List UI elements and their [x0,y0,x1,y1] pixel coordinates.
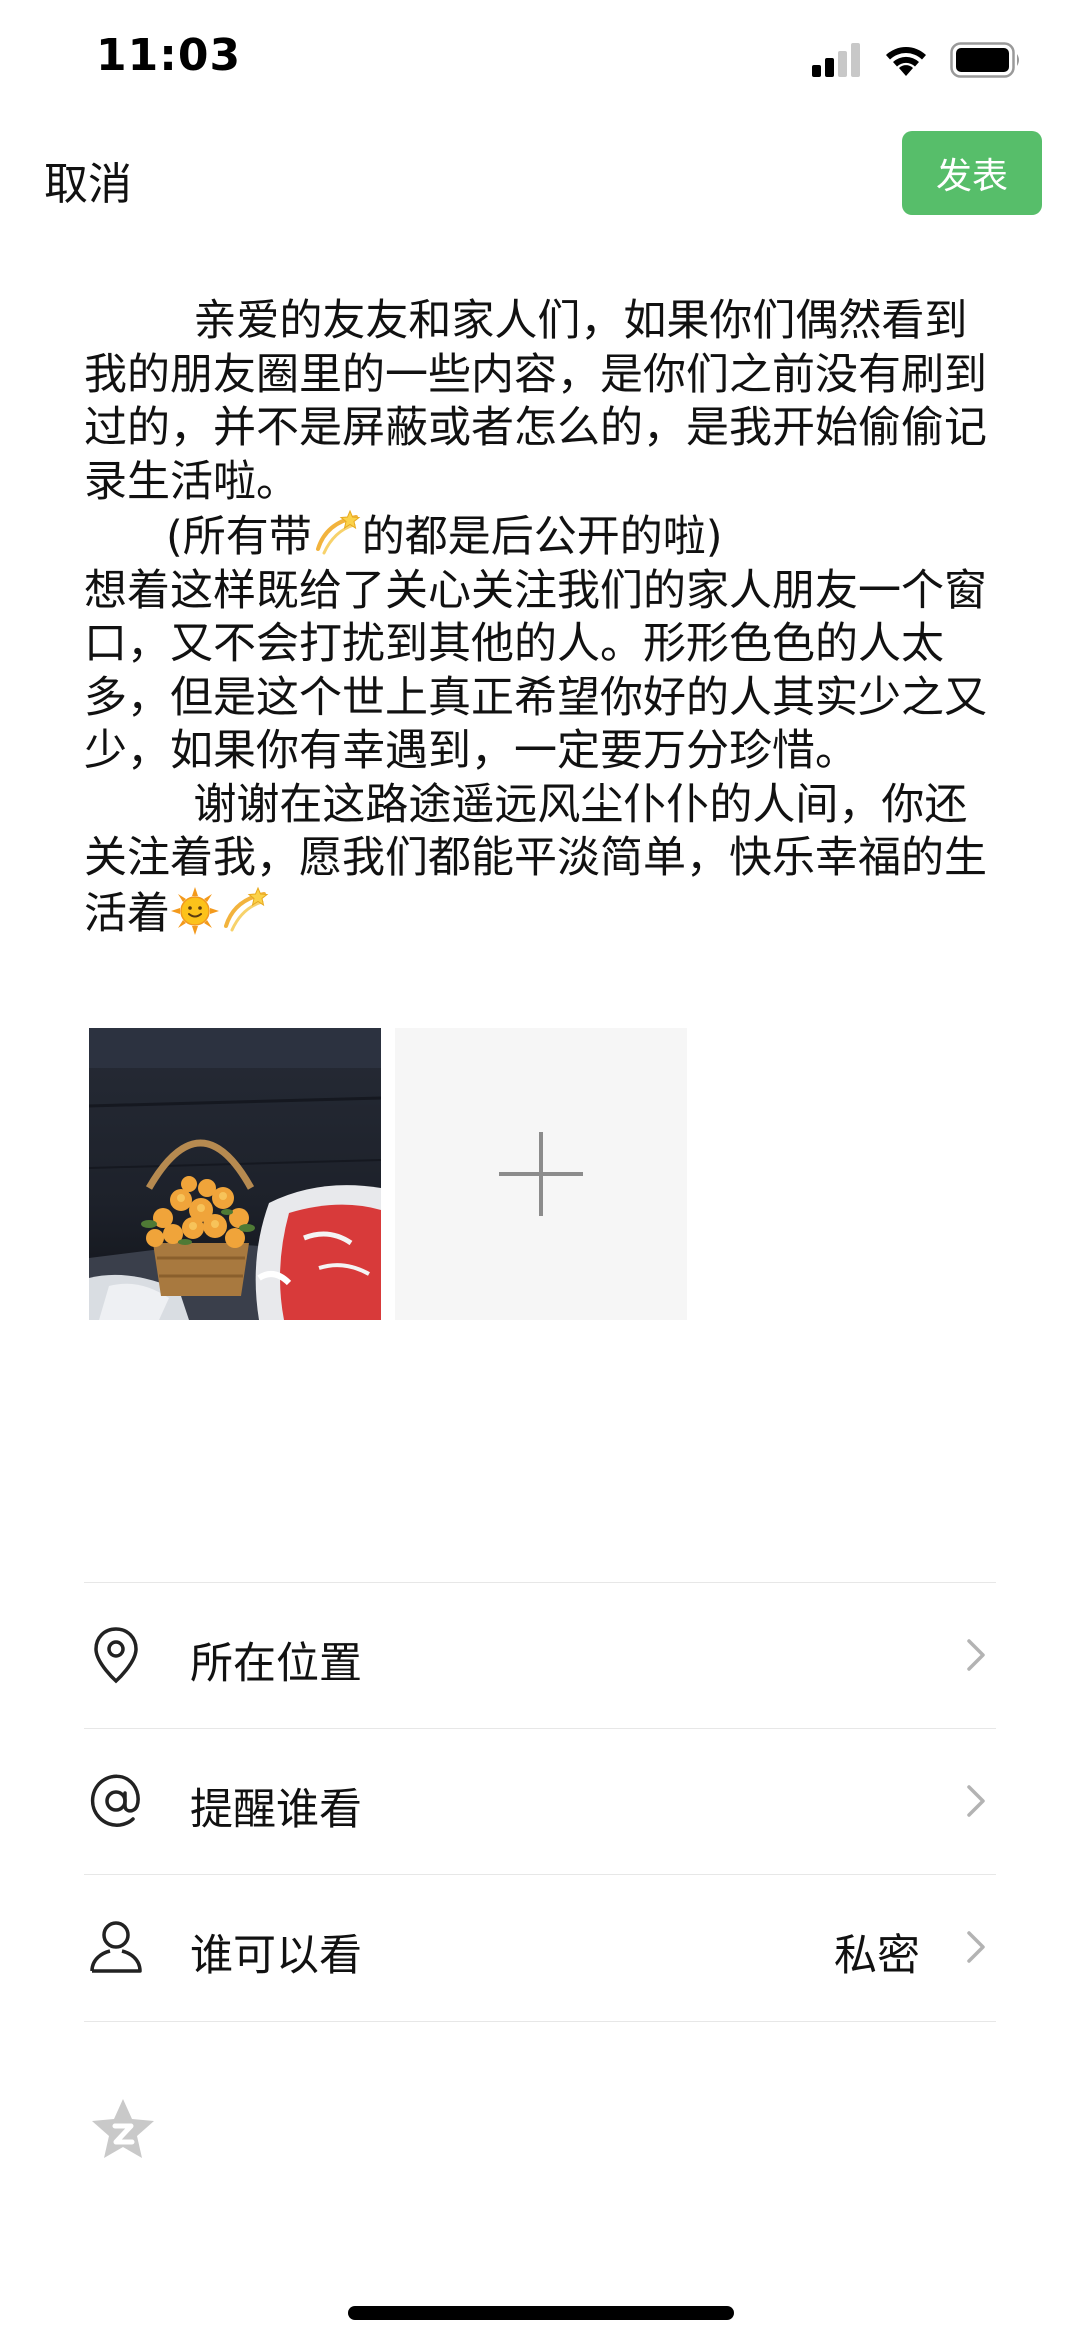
flower-basket-photo [89,1028,381,1320]
post-text-segment: (所有带 [84,512,312,562]
post-paragraph: 想着这样既给了关心关注我们的家人朋友一个窗口，又不会打扰到其他的人。形形色色的人… [84,565,987,777]
option-location[interactable]: 所在位置 [84,1582,996,1729]
status-icons [812,40,1022,80]
location-pin-icon [94,1627,138,1684]
at-sign-icon [90,1774,140,1827]
post-paragraph: 亲爱的友友和家人们，如果你们偶然看到我的朋友圈里的一些内容，是你们之前没有刷到过… [84,296,987,507]
photo-thumbnail[interactable] [89,1028,381,1320]
chevron-right-icon [967,1785,985,1817]
option-visibility[interactable]: 谁可以看 私密 [84,1874,996,2022]
option-mention[interactable]: 提醒谁看 [84,1728,996,1875]
chevron-right-icon [967,1639,985,1671]
status-time: 11:03 [96,30,242,81]
post-text-editor[interactable]: 亲爱的友友和家人们，如果你们偶然看到我的朋友圈里的一些内容，是你们之前没有刷到过… [84,295,996,941]
add-photo-button[interactable] [395,1028,687,1320]
home-indicator [348,2306,734,2320]
option-label: 所在位置 [190,1639,362,1689]
signal-icon [812,43,860,77]
person-icon [90,1921,142,1973]
sun-face-emoji [171,886,219,935]
publish-button[interactable]: 发表 [902,131,1042,215]
plus-icon [499,1132,583,1216]
post-text-segment: 的都是后公开的啦) [361,512,723,562]
visibility-value: 私密 [834,1931,920,1981]
option-label: 谁可以看 [190,1931,362,1981]
dizzy-star-emoji [224,886,269,931]
star-button[interactable] [88,2096,158,2162]
star-icon [92,2099,154,2158]
cancel-button[interactable]: 取消 [44,148,132,212]
chevron-right-icon [967,1931,985,1963]
dizzy-star-emoji [315,509,361,555]
battery-icon [950,42,1019,78]
post-paragraph: (所有带 的都是后公开的啦) [84,509,996,565]
post-paragraph: 谢谢在这路途遥远风尘仆仆的人间，你还关注着我，愿我们都能平淡简单，快乐幸福的生活… [84,779,996,942]
wifi-icon [886,47,926,76]
option-label: 提醒谁看 [190,1785,362,1835]
status-bar: 11:03 [0,0,1080,120]
